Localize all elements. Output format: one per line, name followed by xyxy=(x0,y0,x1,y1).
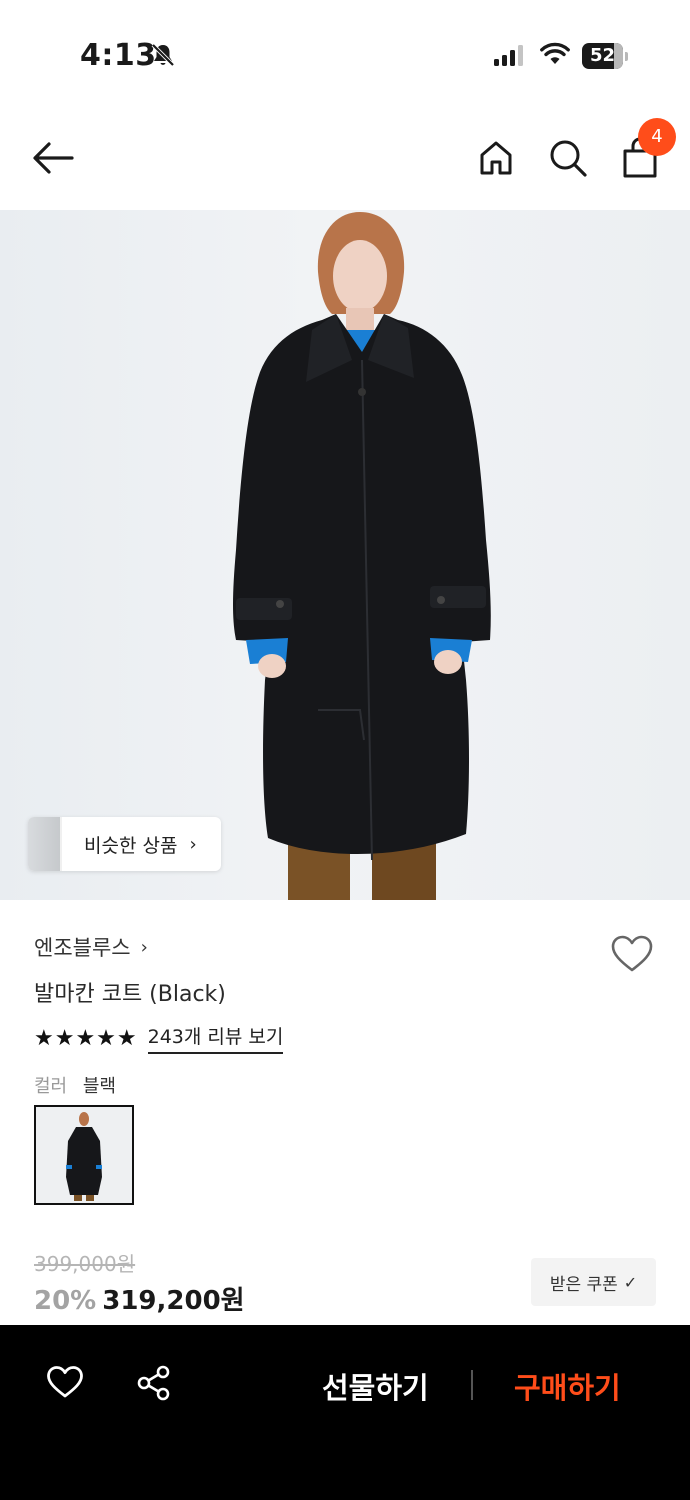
bottom-action-bar: 선물하기 구매하기 xyxy=(0,1325,690,1500)
color-swatch-black[interactable] xyxy=(34,1105,134,1205)
brand-name: 엔조블루스 xyxy=(34,936,131,960)
received-coupon-button[interactable]: 받은 쿠폰 ✓ xyxy=(531,1258,656,1306)
price-row: 20% 319,200원 xyxy=(34,1280,245,1317)
discount-rate: 20% xyxy=(34,1286,97,1316)
status-time: 4:13 xyxy=(80,38,157,73)
color-option-row: 컬러 블랙 xyxy=(34,1072,116,1098)
cellular-signal-icon xyxy=(494,44,526,70)
sale-price: 319,200원 xyxy=(102,1286,245,1316)
star-rating: ★★★★★ xyxy=(34,1025,138,1051)
gift-button[interactable]: 선물하기 xyxy=(322,1365,429,1407)
wishlist-heart-icon[interactable] xyxy=(610,934,654,978)
rating-row: ★★★★★ 243개 리뷰 보기 xyxy=(34,1022,284,1054)
like-heart-icon[interactable] xyxy=(46,1365,84,1403)
status-bar: 4:13 52 xyxy=(0,0,690,110)
product-title: 발마칸 코트 (Black) xyxy=(34,982,226,1007)
check-icon: ✓ xyxy=(623,1272,638,1292)
coupon-label: 받은 쿠폰 xyxy=(549,1274,618,1295)
search-icon[interactable] xyxy=(548,138,588,182)
chevron-right-icon: › xyxy=(189,833,197,855)
home-icon[interactable] xyxy=(476,138,516,182)
back-arrow-icon[interactable] xyxy=(30,138,74,182)
chevron-right-icon: › xyxy=(140,936,148,958)
product-image[interactable] xyxy=(0,210,690,900)
similar-items-thumbnail xyxy=(28,817,62,871)
similar-items-label: 비슷한 상품 xyxy=(84,834,178,857)
divider xyxy=(471,1370,473,1400)
battery-level: 52 xyxy=(589,45,616,66)
bell-muted-icon xyxy=(150,42,176,72)
top-nav xyxy=(0,110,690,210)
wifi-icon xyxy=(540,42,570,70)
share-icon[interactable] xyxy=(136,1365,172,1405)
brand-link[interactable]: 엔조블루스 › xyxy=(34,932,148,962)
color-label: 컬러 xyxy=(34,1076,68,1097)
cart-count-badge: 4 xyxy=(638,118,676,156)
buy-button[interactable]: 구매하기 xyxy=(514,1365,621,1407)
reviews-link[interactable]: 243개 리뷰 보기 xyxy=(147,1022,284,1054)
color-value: 블랙 xyxy=(82,1076,116,1097)
similar-items-button[interactable]: 비슷한 상품 › xyxy=(28,817,221,871)
battery-icon: 52 xyxy=(582,43,628,69)
original-price: 399,000원 xyxy=(34,1252,136,1276)
